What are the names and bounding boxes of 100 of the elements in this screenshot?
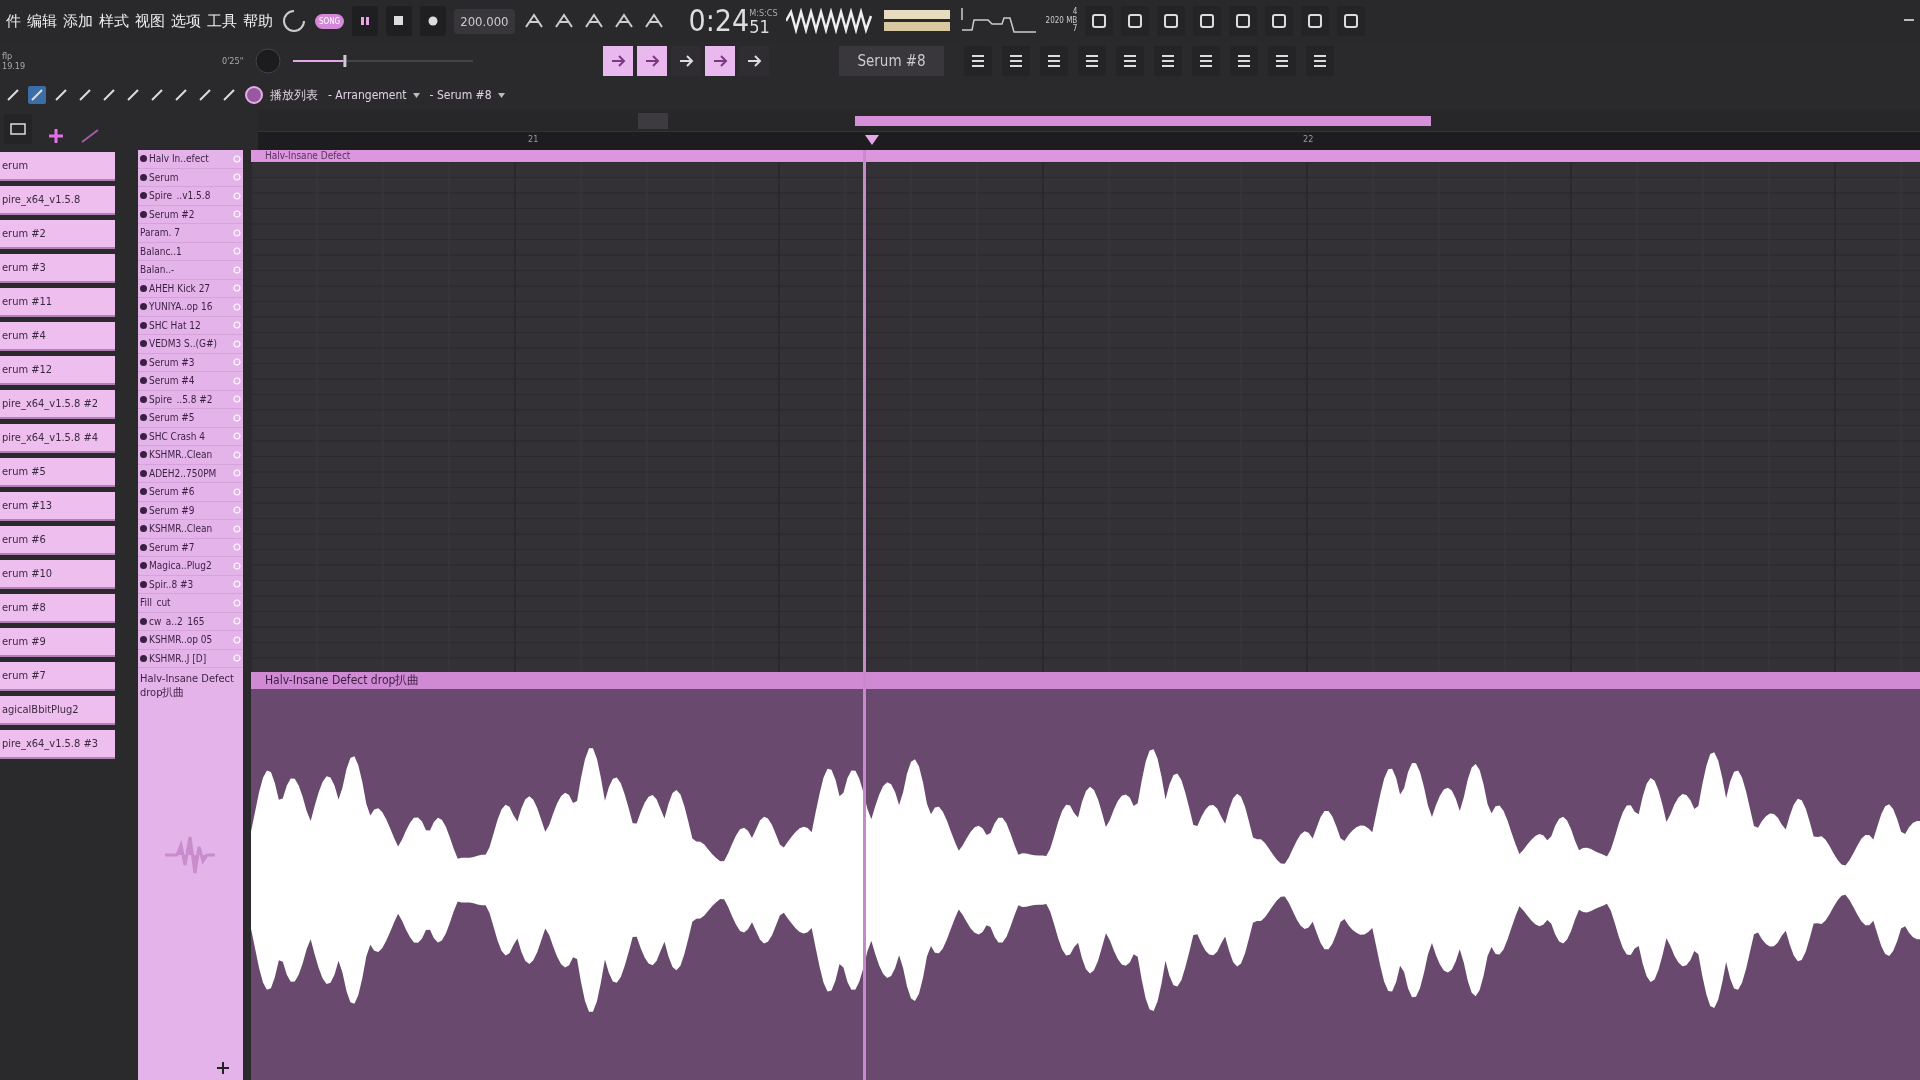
channel-name: Serum #9: [149, 504, 196, 516]
pattern-item[interactable]: erum #5: [0, 458, 115, 487]
audio-clip[interactable]: [251, 689, 1920, 1080]
pattern-item[interactable]: erum #12: [0, 356, 115, 385]
pattern-selector[interactable]: Serum #8: [839, 46, 944, 76]
channel-row[interactable]: Serum #9: [138, 501, 243, 520]
channel-row[interactable]: KSHMR..J [D]: [138, 649, 243, 668]
channel-name: Serum #3: [149, 356, 196, 368]
channel-row[interactable]: Balanc..1: [138, 242, 243, 261]
pause-button[interactable]: [352, 6, 379, 36]
menu-item[interactable]: 选项: [171, 11, 201, 31]
channel-row[interactable]: Balan..-: [138, 261, 243, 280]
breadcrumb-link[interactable]: - Arrangement: [328, 88, 407, 102]
channel-row[interactable]: KSHMR..Clean: [138, 446, 243, 465]
channel-dot-icon: [140, 377, 147, 385]
master-pitch-slider[interactable]: [293, 54, 474, 68]
channel-row[interactable]: SHC Crash 4: [138, 427, 243, 446]
pattern-icon[interactable]: [4, 114, 32, 144]
channel-name: KSHMR..J [D]: [149, 652, 208, 664]
playhead-marker-icon[interactable]: [865, 135, 879, 146]
channel-row[interactable]: Spir..8 #3: [138, 575, 243, 594]
master-volume-knob-icon[interactable]: [281, 8, 307, 34]
channel-name: Spire_..v1.5.8: [149, 190, 212, 202]
channel-row[interactable]: AHEH Kick 27: [138, 279, 243, 298]
channel-row[interactable]: Serum: [138, 168, 243, 187]
polyphony-reading: 7: [1072, 25, 1078, 35]
channel-dot-icon: [140, 654, 147, 662]
pattern-item[interactable]: erum: [0, 152, 115, 181]
channel-name: cw_a..2_165: [149, 615, 206, 627]
channel-name: Balan..-: [140, 264, 176, 276]
pattern-item[interactable]: pire_x64_v1.5.8 #3: [0, 730, 115, 759]
channel-dot-icon: [140, 155, 147, 163]
channel-row[interactable]: Serum #2: [138, 205, 243, 224]
channel-name: KSHMR..op 05: [149, 634, 214, 646]
pattern-item[interactable]: erum #3: [0, 254, 115, 283]
breadcrumb-link[interactable]: - Serum #8: [429, 88, 492, 102]
stop-button[interactable]: [386, 6, 413, 36]
pattern-item[interactable]: erum #10: [0, 560, 115, 589]
channel-name: Spir..8 #3: [149, 578, 195, 590]
channel-row[interactable]: Serum #7: [138, 538, 243, 557]
channel-row[interactable]: Serum #6: [138, 483, 243, 502]
channel-name: SHC Hat 12: [149, 319, 202, 331]
channel-row[interactable]: KSHMR..op 05: [138, 631, 243, 650]
file-info-text: flp: [2, 51, 14, 61]
menu-item[interactable]: 样式: [99, 11, 129, 31]
channel-row[interactable]: VEDM3 S..(G#): [138, 335, 243, 354]
pattern-item[interactable]: erum #7: [0, 662, 115, 691]
audio-clip-header[interactable]: Halv-Insane Defect drop扒曲: [251, 672, 1920, 689]
channel-row[interactable]: Param. 7: [138, 224, 243, 243]
pattern-item[interactable]: pire_x64_v1.5.8 #2: [0, 390, 115, 419]
pattern-add-icon[interactable]: [46, 128, 66, 144]
channel-dot-icon: [140, 284, 147, 292]
channel-row[interactable]: SHC Hat 12: [138, 316, 243, 335]
channel-name: Serum #6: [149, 486, 196, 498]
channel-row[interactable]: KSHMR..Clean: [138, 520, 243, 539]
channel-name: ADEH2..750PM: [149, 467, 218, 479]
channel-row[interactable]: Spire_..v1.5.8: [138, 187, 243, 206]
slider-thumb[interactable]: [343, 55, 347, 67]
add-channel-icon[interactable]: [217, 1062, 229, 1074]
cpu-reading: 4: [1072, 7, 1078, 16]
channel-dot-icon: [140, 617, 147, 625]
pattern-item[interactable]: erum #4: [0, 322, 115, 351]
pattern-item[interactable]: erum #8: [0, 594, 115, 623]
menu-item[interactable]: 工具: [207, 11, 237, 31]
pattern-item[interactable]: erum #6: [0, 526, 115, 555]
channel-row[interactable]: Magica..Plug2: [138, 557, 243, 576]
pause-icon: [360, 16, 371, 26]
minimize-icon[interactable]: [1904, 19, 1914, 23]
timeline-ruler[interactable]: 21 22: [258, 132, 1920, 150]
pattern-item[interactable]: erum #11: [0, 288, 115, 317]
pattern-item[interactable]: agicalBbitPlug2: [0, 696, 115, 725]
channel-row[interactable]: Spire_..5.8 #2: [138, 390, 243, 409]
menu-item[interactable]: 帮助: [243, 11, 273, 31]
caret-icon[interactable]: [497, 92, 505, 98]
record-button[interactable]: [420, 6, 447, 36]
channel-dot-icon: [140, 469, 147, 477]
channel-dot-icon: [140, 358, 147, 366]
pattern-item[interactable]: erum #2: [0, 220, 115, 249]
channel-name: Serum #2: [149, 208, 196, 220]
channel-row[interactable]: cw_a..2_165: [138, 612, 243, 631]
pattern-clip-header[interactable]: Halv-Insane Defect: [251, 150, 1920, 162]
channel-name: Serum #4: [149, 375, 196, 387]
menu-item[interactable]: 添加: [63, 11, 93, 31]
channel-row[interactable]: Serum #4: [138, 372, 243, 391]
channel-name: SHC Crash 4: [149, 430, 207, 442]
menu-item[interactable]: 件: [6, 11, 21, 31]
channel-row[interactable]: ADEH2..750PM: [138, 464, 243, 483]
pattern-item[interactable]: erum #9: [0, 628, 115, 657]
menu-item[interactable]: 编辑: [27, 11, 57, 31]
channel-row[interactable]: Halv In..efect: [138, 150, 243, 169]
time-format-label: M:S:CS: [749, 8, 778, 18]
channel-row[interactable]: Serum #5: [138, 409, 243, 428]
pattern-item[interactable]: erum #13: [0, 492, 115, 521]
caret-icon[interactable]: [412, 92, 420, 98]
tempo-field[interactable]: 200.000: [454, 8, 515, 34]
pattern-item[interactable]: pire_x64_v1.5.8 #4: [0, 424, 115, 453]
pattern-item[interactable]: pire_x64_v1.5.8: [0, 186, 115, 215]
channel-row[interactable]: YUNIYA..op 16: [138, 298, 243, 317]
channel-row[interactable]: Serum #3: [138, 353, 243, 372]
menu-item[interactable]: 视图: [135, 11, 165, 31]
